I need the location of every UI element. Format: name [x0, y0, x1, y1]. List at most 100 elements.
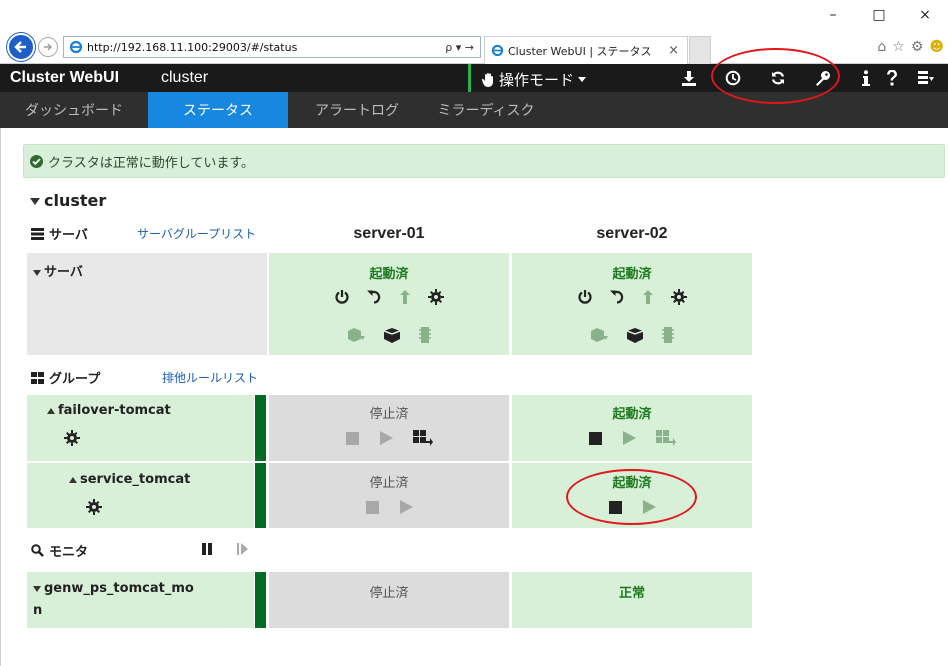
exclusive-rule-list-link[interactable]: 排他ルールリスト: [162, 369, 258, 386]
gear-icon[interactable]: [86, 499, 102, 515]
play-icon[interactable]: [379, 431, 393, 445]
tab-mirror-disk[interactable]: ミラーディスク: [426, 92, 546, 128]
recover-arrow-icon[interactable]: [398, 289, 412, 305]
close-window-button[interactable]: ×: [902, 0, 948, 30]
stop-icon[interactable]: [365, 500, 379, 514]
move-group-icon[interactable]: [412, 430, 433, 446]
power-icon[interactable]: [334, 289, 350, 305]
forward-button[interactable]: [38, 37, 58, 57]
gear-icon[interactable]: [428, 289, 444, 305]
caret-up-icon: [47, 407, 55, 414]
back-button[interactable]: [7, 33, 35, 61]
maximize-button[interactable]: □: [856, 0, 902, 30]
window-border: [0, 64, 1, 666]
address-url: http://192.168.11.100:29003/#/status: [87, 40, 298, 54]
recover-arrow-icon[interactable]: [641, 289, 655, 305]
cluster-heading[interactable]: cluster: [30, 191, 106, 210]
list-menu-icon: [918, 71, 934, 84]
failover-tomcat-server-01-actions: [269, 430, 509, 446]
cube-outline-icon[interactable]: [347, 327, 365, 343]
reboot-icon[interactable]: [366, 289, 382, 305]
chevron-down-icon: [578, 77, 587, 82]
reboot-icon[interactable]: [609, 289, 625, 305]
cube-outline-icon[interactable]: [590, 327, 608, 343]
server-02-cell: 起動済: [512, 253, 752, 355]
address-bar[interactable]: http://192.168.11.100:29003/#/status ρ ▾…: [63, 36, 481, 58]
cube-solid-icon[interactable]: [383, 327, 401, 343]
minimize-button[interactable]: –: [810, 0, 856, 30]
power-icon[interactable]: [577, 289, 593, 305]
operation-mode-dropdown[interactable]: 操作モード: [482, 69, 587, 90]
smiley-icon[interactable]: ☻: [929, 39, 944, 55]
monitor-name: genw_ps_tomcat_mo: [44, 581, 194, 596]
download-icon: [682, 70, 696, 86]
server-02-actions: [512, 289, 752, 305]
home-icon[interactable]: ⌂: [877, 39, 886, 55]
stop-icon[interactable]: [588, 431, 602, 445]
column-header-server-02: server-02: [596, 225, 668, 242]
address-controls[interactable]: ρ ▾ →: [445, 41, 474, 54]
browser-window: – □ × http://192.168.11.100:29003/#/stat…: [0, 0, 948, 666]
settings-gear-icon[interactable]: ⚙: [911, 39, 924, 55]
monitors-title: モニタ: [49, 545, 89, 560]
mode-label: 操作モード: [499, 71, 575, 89]
back-arrow-icon: [14, 41, 26, 53]
check-circle-icon: [30, 154, 43, 168]
favorites-star-icon[interactable]: ☆: [892, 39, 905, 55]
group-grid-icon: [31, 371, 44, 384]
server-row-toggle[interactable]: サーバ: [33, 261, 83, 280]
group-name: failover-tomcat: [58, 403, 171, 418]
tab-ie-icon: [491, 44, 504, 57]
column-header-server-01: server-01: [353, 225, 425, 242]
monitor-status-bar: [255, 572, 266, 628]
menu-button[interactable]: [916, 69, 936, 87]
tab-alert-log[interactable]: アラートログ: [288, 92, 426, 128]
memory-chip-icon[interactable]: [419, 327, 431, 343]
alert-text: クラスタは正常に動作しています。: [48, 155, 255, 171]
browser-tab[interactable]: Cluster WebUI | ステータス ×: [484, 36, 688, 64]
stop-icon[interactable]: [345, 431, 359, 445]
tab-dashboard[interactable]: ダッシュボード: [0, 92, 148, 128]
play-icon[interactable]: [622, 431, 636, 445]
pause-icon[interactable]: [201, 543, 213, 555]
failover-tomcat-server-02-cell: 起動済: [512, 395, 752, 461]
resume-icon[interactable]: [237, 543, 248, 555]
group-toggle-service-tomcat[interactable]: service_tomcat: [69, 472, 190, 487]
caret-down-icon: [33, 585, 41, 592]
forward-arrow-icon: [44, 43, 52, 51]
groups-title: グループ: [49, 372, 101, 387]
server-row-label-cell: サーバ: [27, 253, 267, 355]
monitor-row-genw-ps-tomcat-mon: genw_ps_tomcat_mo n: [27, 572, 254, 628]
highlight-circle: [566, 469, 697, 525]
server-01-cell: 起動済: [269, 253, 509, 355]
gear-icon[interactable]: [64, 430, 80, 446]
browser-icons: ⌂ ☆ ⚙ ☻: [877, 39, 944, 55]
new-tab-button[interactable]: [689, 36, 711, 64]
failover-tomcat-server-01-cell: 停止済: [269, 395, 509, 461]
move-group-icon[interactable]: [655, 430, 676, 446]
servers-title: サーバ: [49, 228, 88, 243]
failover-tomcat-server-02-status: 起動済: [612, 407, 652, 422]
cube-solid-icon[interactable]: [626, 327, 644, 343]
monitor-toggle[interactable]: genw_ps_tomcat_mo: [33, 581, 194, 596]
download-button[interactable]: [679, 69, 699, 87]
monitor-name-continued: n: [33, 603, 43, 618]
help-button[interactable]: [882, 69, 902, 87]
tab-close-button[interactable]: ×: [668, 43, 679, 58]
gear-icon[interactable]: [671, 289, 687, 305]
ie-logo-icon: [69, 40, 83, 54]
app-brand[interactable]: Cluster WebUI: [10, 69, 119, 87]
group-status-bar: [255, 395, 266, 461]
caret-up-icon: [69, 476, 77, 483]
memory-chip-icon[interactable]: [662, 327, 674, 343]
group-row-failover-tomcat: failover-tomcat: [27, 395, 254, 461]
group-toggle-failover-tomcat[interactable]: failover-tomcat: [47, 403, 171, 418]
info-button[interactable]: [856, 69, 876, 87]
server-group-list-link[interactable]: サーバグループリスト: [137, 225, 256, 242]
server-row-label: サーバ: [44, 265, 83, 280]
server-01-status: 起動済: [369, 267, 409, 282]
cluster-name: cluster: [161, 69, 209, 86]
tab-status[interactable]: ステータス: [148, 92, 288, 128]
servers-section-title: サーバ: [31, 224, 88, 243]
play-icon[interactable]: [399, 500, 413, 514]
